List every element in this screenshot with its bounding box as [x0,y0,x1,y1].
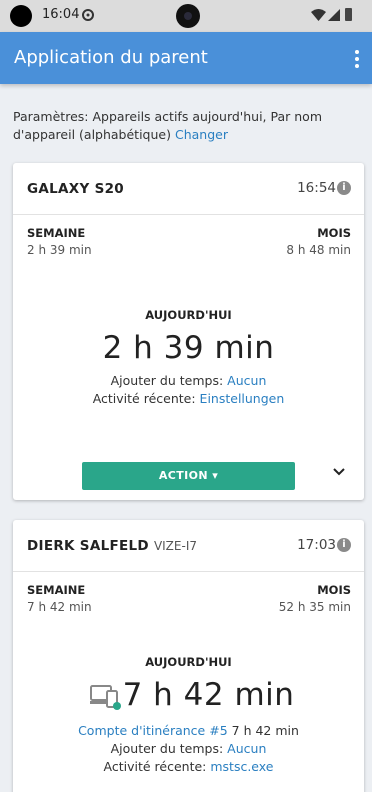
settings-text: Paramètres: Appareils actifs aujourd'hui… [13,109,322,142]
wifi-icon [311,9,326,21]
add-time-label: Ajouter du temps: [110,741,224,756]
device-card: GALAXY S20 16:54 i SEMAINE 2 h 39 min MO… [13,163,364,500]
device-last-seen: 17:03 [297,537,336,553]
week-label: SEMAINE [27,583,86,597]
week-value: 2 h 39 min [27,243,92,257]
add-time-line: Ajouter du temps: Aucun [13,373,364,388]
info-icon[interactable]: i [337,181,351,195]
battery-icon [345,8,352,21]
settings-icon [82,9,94,21]
week-value: 7 h 42 min [27,600,92,614]
today-label: AUJOURD'HUI [145,308,232,322]
app-title: Application du parent [14,47,208,68]
device-card-header: DIERK SALFELD VIZE-I7 17:03 i [13,520,364,572]
month-label: MOIS [317,226,351,240]
add-time-link[interactable]: Aucun [227,741,266,756]
account-line: Compte d'itinérance #5 7 h 42 min [13,723,364,738]
today-value: 2 h 39 min [102,330,275,366]
recent-activity-link[interactable]: mstsc.exe [210,759,273,774]
account-time: 7 h 42 min [231,723,299,738]
info-icon[interactable]: i [337,538,351,552]
recent-activity-link[interactable]: Einstellungen [200,391,285,406]
action-label: ACTION [158,469,208,482]
add-time-link[interactable]: Aucun [227,373,266,388]
device-card: DIERK SALFELD VIZE-I7 17:03 i SEMAINE 7 … [13,520,364,792]
today-value: 7 h 42 min [122,677,295,713]
chevron-down-icon[interactable] [332,465,346,479]
add-time-label: Ajouter du temps: [110,373,224,388]
caret-down-icon: ▾ [212,469,219,482]
recent-activity-line: Activité récente: Einstellungen [13,391,364,406]
device-card-header: GALAXY S20 16:54 i [13,163,364,215]
month-value: 8 h 48 min [286,243,351,257]
recent-activity-line: Activité récente: mstsc.exe [13,759,364,774]
recent-activity-label: Activité récente: [103,759,207,774]
device-name-text: DIERK SALFELD [27,538,149,554]
device-name: DIERK SALFELD VIZE-I7 [27,538,197,554]
recent-activity-label: Activité récente: [92,391,196,406]
camera-cutout [10,5,32,27]
today-label: AUJOURD'HUI [145,655,232,669]
app-bar: Application du parent [0,32,372,84]
change-settings-link[interactable]: Changer [175,127,228,142]
device-name: GALAXY S20 [27,181,124,197]
action-button[interactable]: ACTION ▾ [82,462,295,490]
status-time: 16:04 [42,7,80,22]
settings-summary: Paramètres: Appareils actifs aujourd'hui… [13,108,358,144]
more-vert-icon[interactable] [352,50,362,68]
signal-icon [328,9,340,21]
status-bar: 16:04 [0,0,372,32]
front-camera [176,4,200,28]
device-last-seen: 16:54 [297,180,336,196]
account-link[interactable]: Compte d'itinérance #5 [78,723,228,738]
add-time-line: Ajouter du temps: Aucun [13,741,364,756]
device-subname: VIZE-I7 [153,539,197,553]
week-label: SEMAINE [27,226,86,240]
month-label: MOIS [317,583,351,597]
month-value: 52 h 35 min [278,600,351,614]
